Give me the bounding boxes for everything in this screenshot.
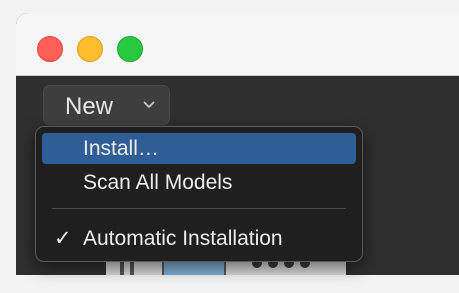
checkmark-icon: ✓	[54, 227, 72, 250]
menu-item-scan-all-models[interactable]: Scan All Models	[42, 167, 356, 198]
chevron-down-icon	[143, 101, 155, 109]
menu-item-label: Automatic Installation	[83, 227, 283, 250]
new-button[interactable]: New	[43, 85, 170, 125]
title-bar	[16, 13, 459, 76]
menu-separator	[52, 208, 346, 209]
minimize-window-button[interactable]	[77, 36, 103, 62]
menu-item-label: Scan All Models	[83, 171, 233, 194]
new-button-label: New	[65, 93, 114, 120]
menu-item-automatic-installation[interactable]: ✓ Automatic Installation	[42, 223, 356, 254]
zoom-window-button[interactable]	[117, 36, 143, 62]
menu-item-install[interactable]: Install…	[42, 133, 356, 164]
menu-item-label: Install…	[83, 137, 159, 160]
close-window-button[interactable]	[37, 36, 63, 62]
new-dropdown-menu: Install… Scan All Models ✓ Automatic Ins…	[35, 126, 363, 262]
